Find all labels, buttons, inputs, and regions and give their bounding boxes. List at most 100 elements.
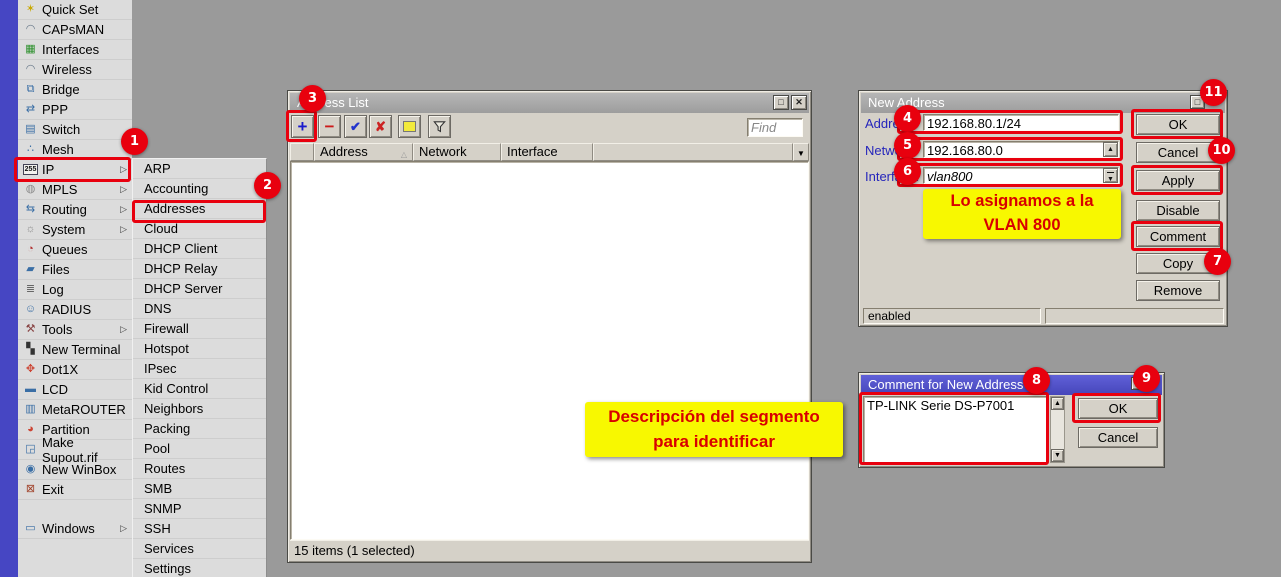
submenu-item-ssh[interactable]: SSH xyxy=(133,519,266,539)
scroll-up-icon[interactable]: ▲ xyxy=(1051,397,1064,410)
sidebar-item-metarouter[interactable]: ▥ MetaROUTER xyxy=(18,400,132,420)
disable-button[interactable]: Disable xyxy=(1136,200,1220,221)
submenu-item-cloud[interactable]: Cloud xyxy=(133,219,266,239)
sidebar-item-tools[interactable]: ⚒Tools▷ xyxy=(18,320,132,340)
filter-button[interactable] xyxy=(428,115,451,138)
sidebar-item-switch[interactable]: ▤Switch xyxy=(18,120,132,140)
ok-button[interactable]: OK xyxy=(1078,398,1158,419)
maximize-icon[interactable]: □ xyxy=(773,95,789,110)
ppp-icon: ⇄ xyxy=(23,102,38,117)
check-icon: ✔ xyxy=(350,119,361,135)
step-badge-9: 9 xyxy=(1133,365,1160,392)
submenu-item-routes[interactable]: Routes xyxy=(133,459,266,479)
submenu-item-kid-control[interactable]: Kid Control xyxy=(133,379,266,399)
mesh-icon: ∴ xyxy=(23,142,38,157)
sidebar-item-exit[interactable]: ⊠Exit xyxy=(18,480,132,500)
metarouter-icon: ▥ xyxy=(23,402,38,417)
submenu-item-arp[interactable]: ARP xyxy=(133,159,266,179)
sidebar-item-dot1x[interactable]: ✥Dot1X xyxy=(18,360,132,380)
sidebar-item-capsman[interactable]: ◠CAPsMAN xyxy=(18,20,132,40)
submenu-item-dhcp-server[interactable]: DHCP Server xyxy=(133,279,266,299)
sidebar-item-new-terminal[interactable]: ▚New Terminal xyxy=(18,340,132,360)
remove-address-button[interactable]: − xyxy=(318,115,341,138)
sidebar-item-wireless[interactable]: ◠Wireless xyxy=(18,60,132,80)
sidebar-item-system[interactable]: ☼System▷ xyxy=(18,220,132,240)
sidebar-item-windows[interactable]: ▭Windows▷ xyxy=(18,519,132,539)
submenu-item-snmp[interactable]: SNMP xyxy=(133,499,266,519)
wand-icon: ✶ xyxy=(23,2,38,17)
sidebar-item-log[interactable]: ≣Log xyxy=(18,280,132,300)
sidebar-item-bridge[interactable]: ⧉Bridge xyxy=(18,80,132,100)
spinner-up-icon[interactable]: ▲ xyxy=(1103,142,1118,157)
submenu-arrow-icon: ▷ xyxy=(120,523,130,534)
sidebar-item-label: Windows xyxy=(42,521,95,536)
column-menu-button[interactable]: ▼ xyxy=(793,143,809,161)
address-list-status: 15 items (1 selected) xyxy=(290,540,809,560)
address-list-titlebar[interactable]: Address List xyxy=(290,93,809,113)
selector-column-header[interactable] xyxy=(290,143,314,161)
sidebar-item-ppp[interactable]: ⇄PPP xyxy=(18,100,132,120)
add-address-button[interactable]: + xyxy=(291,115,314,138)
comment-textarea[interactable]: TP-LINK Serie DS-P7001 xyxy=(864,397,1046,462)
sidebar-spacer xyxy=(18,500,132,519)
comment-button[interactable]: Comment xyxy=(1136,226,1220,247)
submenu-item-settings[interactable]: Settings xyxy=(133,559,266,577)
address-input[interactable] xyxy=(924,116,1118,131)
disable-button[interactable]: ✘ xyxy=(369,115,392,138)
bridge-icon: ⧉ xyxy=(23,82,38,97)
submenu-item-hotspot[interactable]: Hotspot xyxy=(133,339,266,359)
interface-select[interactable] xyxy=(924,169,1102,184)
submenu-item-dns[interactable]: DNS xyxy=(133,299,266,319)
sidebar-item-label: Interfaces xyxy=(42,42,99,57)
submenu-item-firewall[interactable]: Firewall xyxy=(133,319,266,339)
address-column-label: Address xyxy=(320,144,368,159)
sidebar-item-quick-set[interactable]: ✶Quick Set xyxy=(18,0,132,20)
sidebar-item-routing[interactable]: ⇆Routing▷ xyxy=(18,200,132,220)
scroll-down-icon[interactable]: ▼ xyxy=(1051,449,1064,462)
segment-note-line1: Descripción del segmento xyxy=(585,405,843,430)
sidebar-item-radius[interactable]: ☺RADIUS xyxy=(18,300,132,320)
sidebar-item-interfaces[interactable]: ▦ Interfaces xyxy=(18,40,132,60)
sidebar-item-new-winbox[interactable]: ◉New WinBox xyxy=(18,460,132,480)
address-column-header[interactable]: Address △ xyxy=(314,143,413,161)
sidebar-item-mesh[interactable]: ∴Mesh xyxy=(18,140,132,160)
network-column-header[interactable]: Network xyxy=(413,143,501,161)
vlan-annotation-note: Lo asignamos a la VLAN 800 xyxy=(923,189,1121,239)
submenu-item-dhcp-relay[interactable]: DHCP Relay xyxy=(133,259,266,279)
interfaces-icon: ▦ xyxy=(23,42,38,57)
sidebar-item-label: Log xyxy=(42,282,64,297)
close-icon[interactable]: ✕ xyxy=(791,95,807,110)
comment-tool-button[interactable] xyxy=(398,115,421,138)
wireless-icon: ◠ xyxy=(23,62,38,77)
cancel-button[interactable]: Cancel xyxy=(1078,427,1158,448)
remove-button[interactable]: Remove xyxy=(1136,280,1220,301)
interface-field: ▼ xyxy=(923,167,1119,184)
dropdown-icon[interactable]: ▼ xyxy=(1103,168,1118,183)
comment-scrollbar[interactable]: ▲ ▼ xyxy=(1050,396,1065,463)
submenu-item-addresses[interactable]: Addresses xyxy=(133,199,266,219)
apply-button[interactable]: Apply xyxy=(1136,170,1220,191)
sidebar-item-mpls[interactable]: ◍MPLS▷ xyxy=(18,180,132,200)
interface-column-header[interactable]: Interface xyxy=(501,143,593,161)
sidebar-item-ip[interactable]: 255IP▷ xyxy=(18,160,132,180)
sidebar-item-make-supout-rif[interactable]: ◲Make Supout.rif xyxy=(18,440,132,460)
comment-titlebar[interactable]: Comment for New Address xyxy=(861,375,1162,395)
tools-icon: ⚒ xyxy=(23,322,38,337)
sidebar-item-files[interactable]: ▰Files xyxy=(18,260,132,280)
sidebar-item-label: MetaROUTER xyxy=(42,402,126,417)
submenu-item-pool[interactable]: Pool xyxy=(133,439,266,459)
submenu-item-services[interactable]: Services xyxy=(133,539,266,559)
submenu-item-accounting[interactable]: Accounting xyxy=(133,179,266,199)
find-input[interactable] xyxy=(748,119,802,136)
sidebar-item-lcd[interactable]: ▬LCD xyxy=(18,380,132,400)
submenu-item-neighbors[interactable]: Neighbors xyxy=(133,399,266,419)
submenu-item-packing[interactable]: Packing xyxy=(133,419,266,439)
submenu-item-ipsec[interactable]: IPsec xyxy=(133,359,266,379)
address-list-table[interactable] xyxy=(290,161,809,540)
submenu-item-smb[interactable]: SMB xyxy=(133,479,266,499)
submenu-item-dhcp-client[interactable]: DHCP Client xyxy=(133,239,266,259)
enable-button[interactable]: ✔ xyxy=(344,115,367,138)
ok-button[interactable]: OK xyxy=(1136,114,1220,135)
sidebar-item-queues[interactable]: ◔Queues xyxy=(18,240,132,260)
network-input[interactable] xyxy=(924,143,1102,158)
